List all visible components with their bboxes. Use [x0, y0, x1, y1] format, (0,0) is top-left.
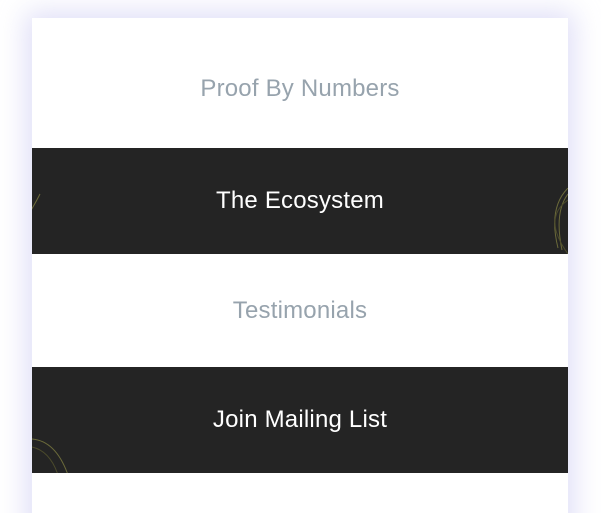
menu-item-label: Testimonials [232, 296, 368, 324]
menu-item-label: Proof By Numbers [200, 75, 400, 102]
menu-item-the-ecosystem[interactable]: The Ecosystem [32, 148, 568, 254]
menu-item-testimonials[interactable]: Testimonials [32, 254, 568, 367]
menu-item-next[interactable] [32, 473, 568, 513]
menu-item-join-mailing-list[interactable]: Join Mailing List [32, 367, 568, 473]
decorative-swirl-left-icon [32, 193, 41, 210]
menu-item-proof-by-numbers[interactable]: Proof By Numbers [32, 18, 568, 148]
decorative-swirl-bottom-left-icon [32, 438, 68, 473]
page: Proof By Numbers The Ecosystem Testimoni… [0, 0, 601, 513]
menu-item-label: The Ecosystem [216, 187, 384, 214]
menu-item-label: Join Mailing List [212, 406, 388, 433]
nav-menu-card: Proof By Numbers The Ecosystem Testimoni… [32, 18, 568, 513]
decorative-swirl-right-icon [554, 188, 568, 254]
